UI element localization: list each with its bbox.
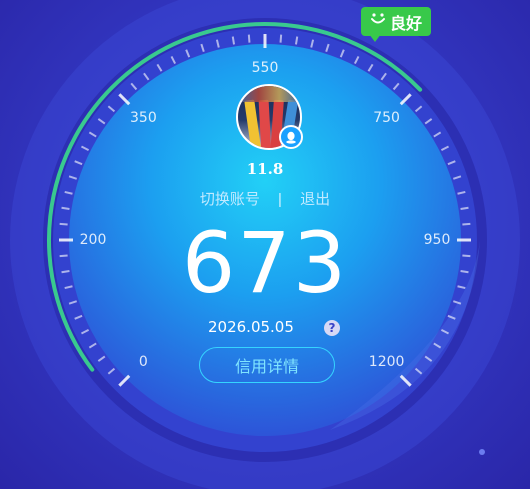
gauge-scale-label: 550 bbox=[251, 60, 279, 76]
qq-icon bbox=[279, 125, 303, 149]
gauge-tick bbox=[294, 36, 299, 45]
gauge-scale-label: 750 bbox=[373, 110, 400, 127]
user-value: 11.8 bbox=[246, 160, 284, 178]
gauge-scale-label: 350 bbox=[130, 110, 157, 127]
logout-link[interactable]: 退出 bbox=[300, 188, 330, 209]
help-icon[interactable]: ? bbox=[324, 320, 340, 336]
gauge-tick bbox=[279, 34, 283, 43]
gauge-scale-label: 0 bbox=[138, 353, 148, 370]
account-actions: 切换账号 | 退出 bbox=[0, 188, 530, 209]
separator: | bbox=[278, 191, 282, 208]
credit-detail-button[interactable]: 信用详情 bbox=[199, 347, 335, 383]
credit-score: 673 bbox=[181, 214, 349, 312]
gauge-scale-label: 1200 bbox=[368, 353, 405, 370]
switch-account-link[interactable]: 切换账号 bbox=[200, 188, 260, 209]
rating-label: 良好 bbox=[389, 15, 422, 33]
score-date: 2026.05.05 bbox=[208, 318, 294, 336]
gauge-tick bbox=[231, 36, 236, 45]
decor-dot bbox=[479, 449, 485, 455]
credit-score-panel: 0 200 350 550 750 950 1200 良好 11.8 切换账号 | 退出 6… bbox=[0, 0, 530, 489]
rating-badge: 良好 bbox=[361, 7, 431, 36]
smile-icon bbox=[370, 12, 386, 31]
rating-badge-pointer bbox=[369, 34, 381, 42]
gauge-tick bbox=[247, 34, 251, 43]
